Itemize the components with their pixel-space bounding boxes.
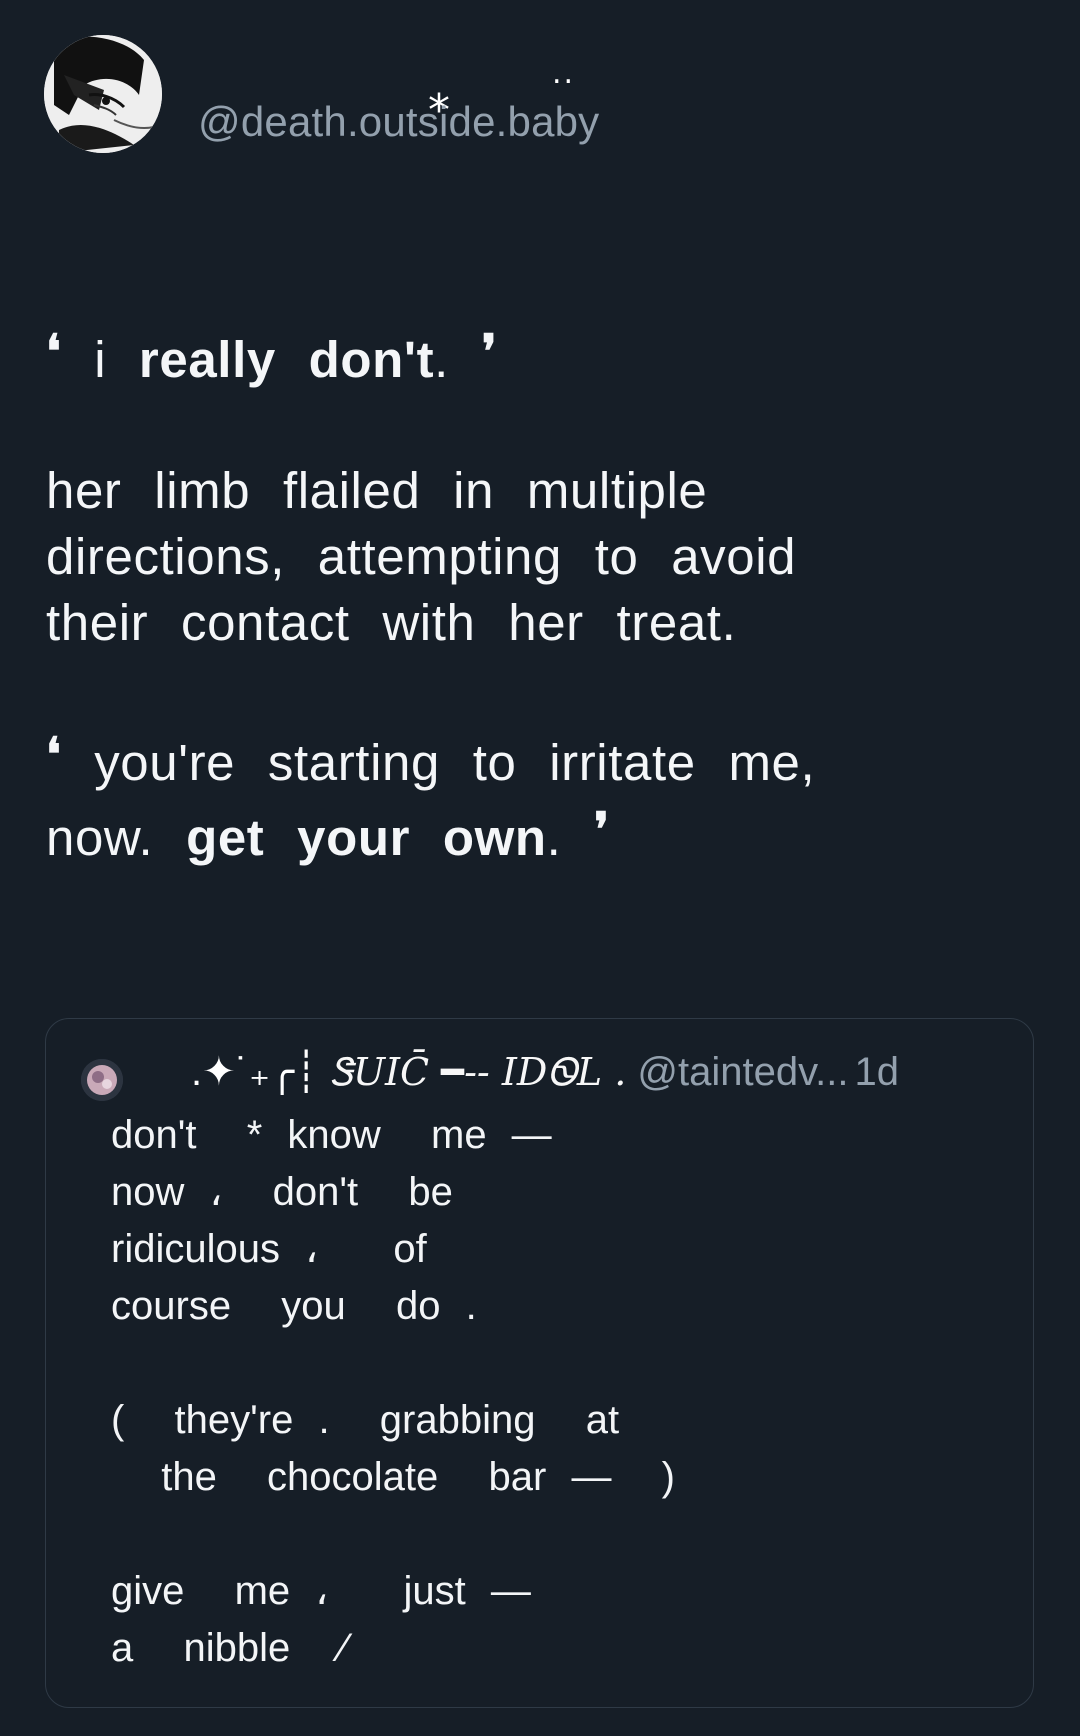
quoted-author-prefix: .✦˙₊╭┊ (191, 1050, 319, 1094)
quoted-author-avatar[interactable] (81, 1059, 123, 1101)
close-quote-mark: ❜ (481, 324, 498, 378)
post-paragraph-1: ❛ i really don't. ❜ (46, 318, 1046, 393)
open-quote-mark: ❛ (46, 727, 62, 781)
quoted-post-time: 1d (854, 1050, 900, 1094)
quoted-avatar-image (81, 1059, 123, 1101)
bold-segment: get your own (186, 809, 547, 866)
post-paragraph-2: her limb flailed in multiple directions,… (46, 462, 797, 651)
close-quote-mark: ❜ (594, 802, 610, 856)
display-name-tail: .. (552, 56, 576, 91)
quoted-post-card[interactable]: .✦˙₊╭┊ ᏕUIC̄ ━-- IDᏫL . @taintedv... 1d d… (45, 1018, 1034, 1708)
text-segment: . (434, 331, 482, 388)
author-display-name[interactable]: * .. (372, 34, 592, 136)
post-container: * .. @death.outside.baby ❛ i really don'… (0, 0, 1080, 1736)
text-segment (276, 331, 309, 388)
quoted-post-text: don't * know me — now ، don't be ridicul… (111, 1113, 675, 1670)
quoted-author-handle[interactable]: @taintedv... (637, 1050, 848, 1094)
author-handle[interactable]: @death.outside.baby (198, 98, 599, 146)
open-quote-mark: ❛ (46, 324, 62, 378)
author-avatar[interactable] (44, 35, 162, 153)
bold-segment: don't (308, 331, 435, 388)
bold-segment: really (138, 331, 276, 388)
post-body: ❛ i really don't. ❜ her limb flailed in … (46, 318, 1046, 936)
text-segment: i (61, 331, 139, 388)
quoted-author-name[interactable]: ᏕUIC̄ ━-- IDᏫL . (329, 1050, 626, 1094)
avatar-image (44, 35, 162, 153)
post-paragraph-3: ❛ you're starting to irritate me, now. g… (46, 721, 1046, 871)
quoted-post-header: .✦˙₊╭┊ ᏕUIC̄ ━-- IDᏫL . @taintedv... 1d (191, 1049, 899, 1095)
text-segment: . (546, 809, 595, 866)
